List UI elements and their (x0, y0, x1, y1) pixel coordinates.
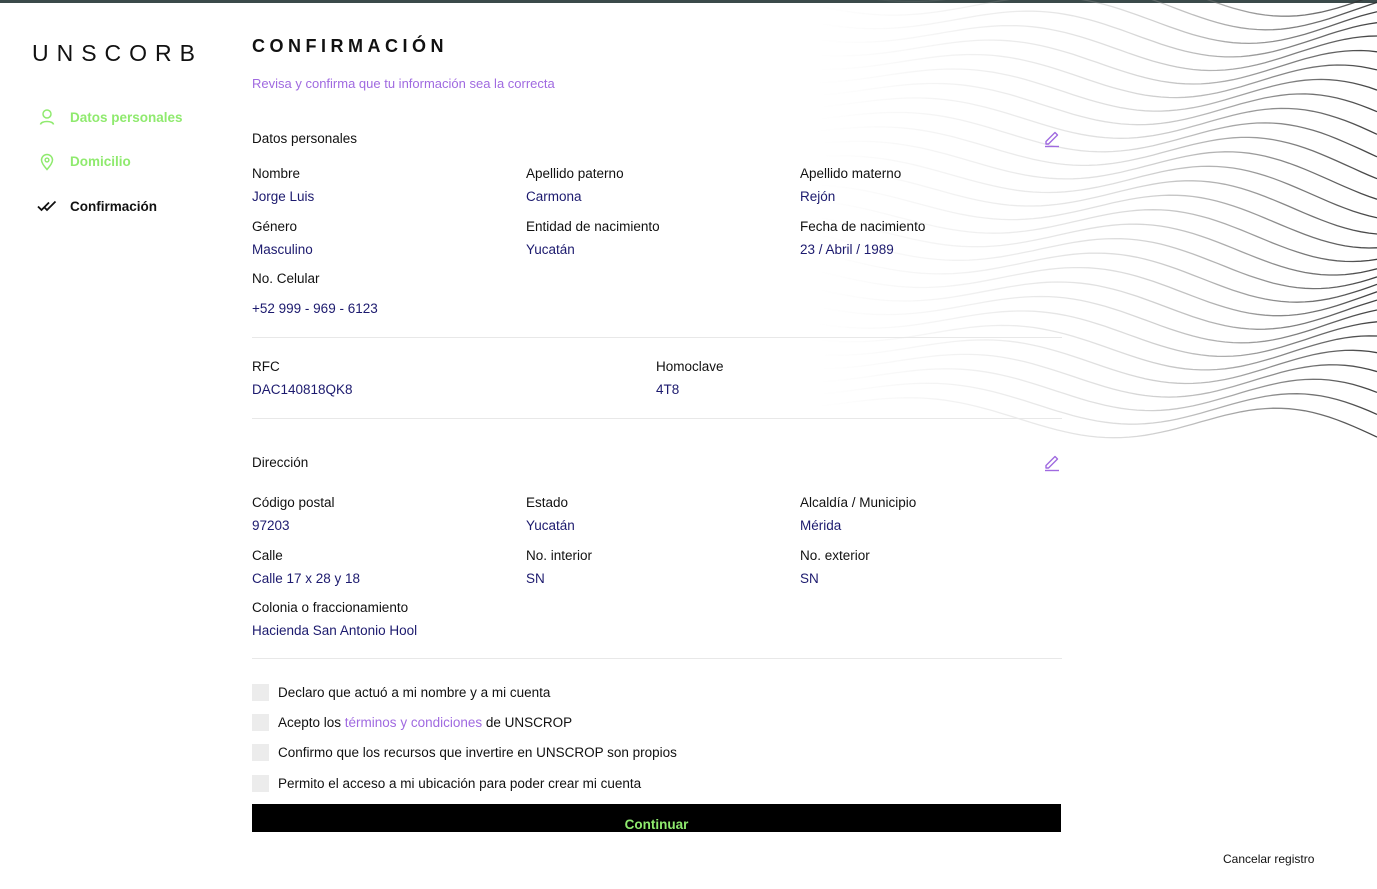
divider (252, 418, 1062, 419)
terms-link[interactable]: términos y condiciones (345, 715, 482, 730)
field-value: Yucatán (526, 241, 575, 257)
field-homoclave: Homoclave 4T8 (656, 358, 1062, 399)
field-no-exterior: No. exterior SN (800, 547, 1062, 600)
double-check-icon (36, 195, 58, 217)
page-subtitle: Revisa y confirma que tu información sea… (252, 76, 555, 91)
field-codigo-postal: Código postal 97203 (252, 494, 526, 547)
brand-logo: UNSCORB (32, 40, 204, 66)
declare-checkbox[interactable] (252, 683, 269, 701)
field-value: Mérida (800, 518, 842, 533)
address-section-title: Dirección (252, 454, 309, 470)
edit-address-pencil-icon[interactable] (1042, 452, 1062, 472)
field-value: Yucatán (526, 518, 575, 533)
field-celular: No. Celular +52 999 - 969 - 6123 (252, 270, 1062, 318)
field-colonia: Colonia o fraccionamiento Hacienda San An… (252, 599, 526, 640)
field-nombre: Nombre Jorge Luis (252, 165, 526, 218)
field-entidad-nacimiento: Entidad de nacimiento Yucatán (526, 218, 800, 271)
declare-label: Declaro que actuó a mi nombre y a mi cue… (278, 684, 551, 700)
divider (252, 337, 1062, 338)
resources-checkbox[interactable] (252, 744, 269, 762)
field-value: Masculino (252, 241, 313, 257)
cancel-registration-link[interactable]: Cancelar registro (1223, 852, 1314, 866)
field-label: Código postal (252, 495, 335, 510)
tax-fields: RFC DAC140818QK8 Homoclave 4T8 (252, 358, 1062, 399)
field-estado: Estado Yucatán (526, 494, 800, 547)
field-value: Hacienda San Antonio Hool (252, 623, 418, 638)
field-label: Entidad de nacimiento (526, 218, 660, 234)
sidebar-item-datos-personales[interactable]: Datos personales (36, 106, 183, 128)
field-label: Nombre (252, 166, 301, 181)
field-value: 23 / Abril / 1989 (800, 241, 894, 257)
field-apellido-materno: Apellido materno Rejón (800, 165, 1062, 218)
field-value: SN (526, 570, 545, 586)
location-pin-icon (36, 151, 58, 173)
sidebar-item-label: Domicilio (70, 154, 131, 169)
resources-label: Confirmo que los recursos que invertire … (278, 745, 677, 761)
field-value: Jorge Luis (252, 189, 315, 204)
address-section-header: Dirección (252, 451, 1062, 473)
field-value: Carmona (526, 189, 582, 204)
field-value: DAC140818QK8 (252, 382, 353, 397)
address-fields: Código postal 97203 Estado Yucatán Alcaldí… (252, 494, 1062, 640)
divider (252, 658, 1062, 659)
field-fecha-nacimiento: Fecha de nacimiento 23 / Abril / 1989 (800, 218, 1062, 271)
field-genero: Género Masculino (252, 218, 526, 271)
terms-suffix: de UNSCROP (482, 714, 573, 730)
sidebar-steps: Datos personales Domicilio Confirmación (36, 106, 183, 240)
field-calle: Calle Calle 17 x 28 y 18 (252, 547, 526, 600)
field-value: 4T8 (656, 382, 680, 397)
personal-section-header: Datos personales (252, 127, 1062, 149)
sidebar-item-domicilio[interactable]: Domicilio (36, 151, 183, 173)
page-title: CONFIRMACIÓN (252, 36, 448, 56)
terms-checkbox[interactable] (252, 713, 269, 731)
location-checkbox[interactable] (252, 774, 269, 792)
field-label: Colonia o fraccionamiento (252, 600, 409, 615)
continue-button[interactable]: Continuar (252, 804, 1061, 833)
field-label: Calle (252, 547, 283, 563)
consent-row-declare: Declaro que actuó a mi nombre y a mi cue… (252, 677, 1062, 707)
consent-row-location: Permito el acceso a mi ubicación para po… (252, 768, 1062, 798)
personal-fields: Nombre Jorge Luis Apellido paterno Carmona… (252, 165, 1062, 270)
sidebar-item-label: Datos personales (70, 109, 183, 125)
field-municipio: Alcaldía / Municipio Mérida (800, 494, 1062, 547)
field-label: Fecha de nacimiento (800, 218, 926, 234)
sidebar-item-confirmacion[interactable]: Confirmación (36, 195, 183, 217)
field-label: Apellido paterno (526, 166, 624, 181)
field-label: Homoclave (656, 359, 724, 374)
consent-row-resources: Confirmo que los recursos que invertire … (252, 738, 1062, 768)
field-label: Estado (526, 495, 569, 510)
confirmation-panel: CONFIRMACIÓN Revisa y confirma que tu in… (252, 36, 1062, 834)
field-label: No. interior (526, 547, 593, 563)
personal-section-title: Datos personales (252, 130, 358, 146)
field-value: Calle 17 x 28 y 18 (252, 570, 361, 586)
field-no-interior: No. interior SN (526, 547, 800, 600)
field-value: Rejón (800, 189, 836, 204)
consent-checklist: Declaro que actuó a mi nombre y a mi cue… (252, 677, 1062, 798)
field-label: Género (252, 218, 298, 234)
terms-prefix: Acepto los (278, 714, 345, 730)
field-label: Alcaldía / Municipio (800, 495, 917, 510)
top-border (0, 0, 1377, 3)
field-value: +52 999 - 969 - 6123 (252, 301, 378, 316)
field-label: No. exterior (800, 547, 870, 563)
terms-label: Acepto los términos y condiciones de UNS… (278, 715, 572, 730)
field-label: RFC (252, 359, 280, 374)
location-label: Permito el acceso a mi ubicación para po… (278, 775, 642, 791)
field-value: SN (800, 570, 819, 586)
field-apellido-paterno: Apellido paterno Carmona (526, 165, 800, 218)
field-label: Apellido materno (800, 166, 902, 181)
wave-line (876, 0, 1377, 31)
field-rfc: RFC DAC140818QK8 (252, 358, 656, 399)
field-value: 97203 (252, 518, 290, 533)
field-label: No. Celular (252, 271, 320, 286)
consent-row-terms: Acepto los términos y condiciones de UNS… (252, 707, 1062, 737)
edit-personal-pencil-icon[interactable] (1042, 128, 1062, 148)
user-icon (36, 106, 58, 128)
sidebar-item-label: Confirmación (70, 198, 158, 214)
